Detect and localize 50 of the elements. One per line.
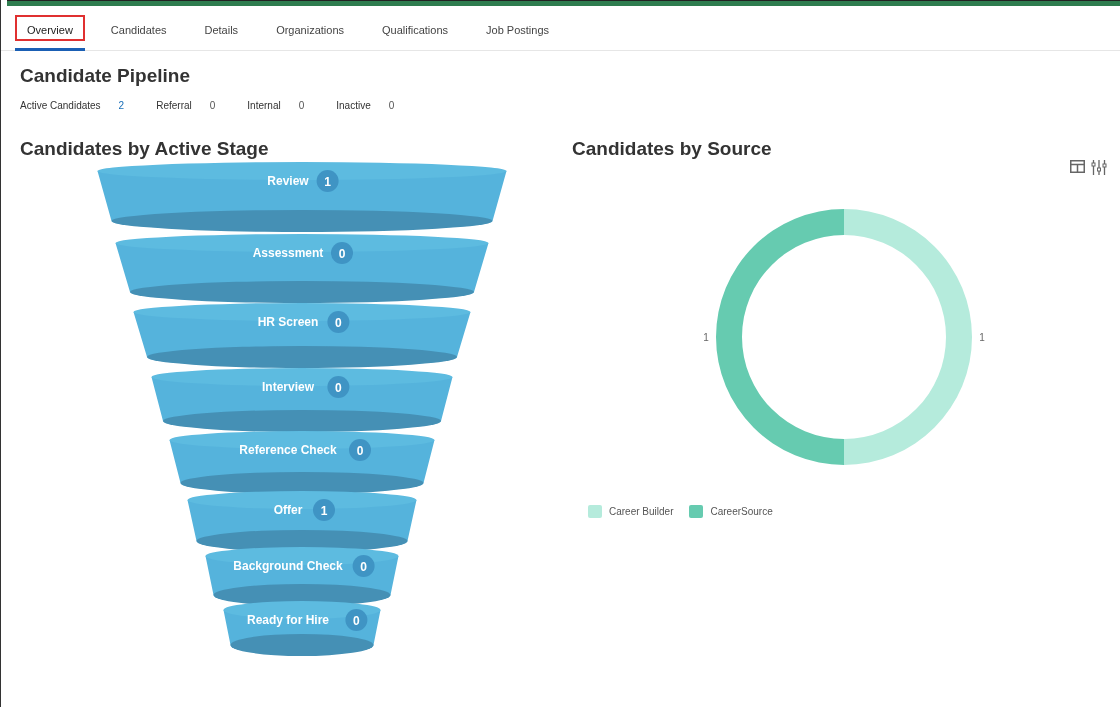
stage-label: Assessment <box>252 246 324 260</box>
stat-link[interactable]: 2 <box>118 100 125 111</box>
funnel-stage[interactable] <box>169 431 435 494</box>
tab[interactable]: Details <box>192 15 251 51</box>
count-badge: 0 <box>345 609 368 631</box>
stat-value: 0 <box>298 100 305 111</box>
funnel-stage[interactable] <box>205 547 399 606</box>
stat-label: Internal <box>247 100 281 111</box>
stage-label: Interview <box>262 380 314 394</box>
tab[interactable]: Candidates <box>98 15 179 51</box>
funnel-stage[interactable] <box>133 303 471 368</box>
sliders-icon[interactable] <box>1091 160 1107 175</box>
stat-label: Active Candidates <box>20 100 101 111</box>
count-badge: 0 <box>331 242 353 264</box>
count-badge: 0 <box>352 555 375 577</box>
count-badge: 1 <box>313 499 335 521</box>
legend-label: Career Builder <box>609 506 674 517</box>
stage-label: Review <box>267 174 309 188</box>
chart-title: Candidates by Active Stage <box>20 138 270 160</box>
tab[interactable]: Organizations <box>264 15 356 51</box>
funnel-stage[interactable] <box>187 491 417 552</box>
highlight-frame <box>15 15 85 41</box>
legend-swatch <box>689 505 704 518</box>
count-badge: 0 <box>349 439 371 461</box>
funnel-stage[interactable] <box>151 368 453 432</box>
count-badge: 1 <box>316 170 339 192</box>
stat-value: 0 <box>209 100 216 111</box>
stage-label: HR Screen <box>257 315 319 329</box>
funnel-stage[interactable] <box>223 601 381 656</box>
legend-swatch <box>588 505 602 518</box>
count-badge: 0 <box>327 311 350 333</box>
table-icon[interactable] <box>1070 160 1085 173</box>
stage-label: Ready for Hire <box>247 613 329 627</box>
funnel-stage[interactable] <box>97 162 507 232</box>
stage-label: Offer <box>273 503 303 517</box>
section-title: Candidate Pipeline <box>20 65 191 87</box>
stage-label: Reference Check <box>239 443 337 457</box>
chart-title: Candidates by Source <box>572 138 773 160</box>
stat-label: Inactive <box>336 100 371 111</box>
stat-label: Referral <box>156 100 192 111</box>
tab[interactable]: Overview <box>15 15 85 51</box>
data-label: 1 <box>703 332 709 343</box>
funnel-stage[interactable] <box>115 234 489 303</box>
tab[interactable]: Job Postings <box>474 15 562 51</box>
count-badge: 0 <box>327 376 350 398</box>
data-label: 1 <box>979 332 985 343</box>
legend-label: CareerSource <box>710 506 773 517</box>
tab[interactable]: Qualifications <box>370 15 461 51</box>
stat-value: 0 <box>388 100 395 111</box>
stage-label: Background Check <box>233 559 343 573</box>
